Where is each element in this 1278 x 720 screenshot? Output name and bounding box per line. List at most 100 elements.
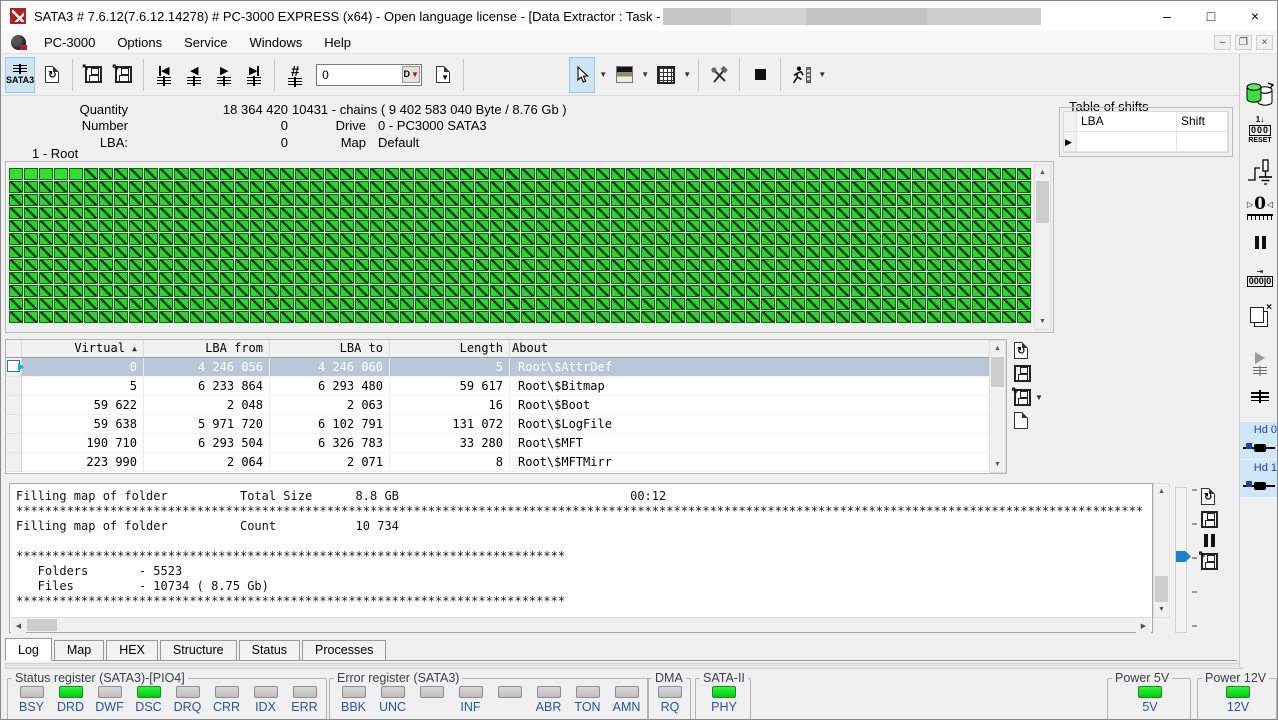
map-cell[interactable] bbox=[84, 246, 99, 258]
map-cell[interactable] bbox=[144, 246, 159, 258]
map-cell[interactable] bbox=[926, 181, 941, 193]
map-cell[interactable] bbox=[430, 233, 445, 245]
map-cell[interactable] bbox=[84, 194, 99, 206]
menu-item-help[interactable]: Help bbox=[313, 32, 362, 53]
map-cell[interactable] bbox=[355, 233, 370, 245]
map-cell[interactable] bbox=[941, 181, 956, 193]
map-cell[interactable] bbox=[355, 168, 370, 180]
map-cell[interactable] bbox=[926, 220, 941, 232]
map-cell[interactable] bbox=[986, 207, 1001, 219]
map-cell[interactable] bbox=[445, 285, 460, 297]
map-cell[interactable] bbox=[490, 233, 505, 245]
map-cell[interactable] bbox=[174, 246, 189, 258]
map-cell[interactable] bbox=[926, 298, 941, 310]
map-cell[interactable] bbox=[550, 220, 565, 232]
map-cell[interactable] bbox=[159, 233, 174, 245]
map-cell[interactable] bbox=[881, 259, 896, 271]
map-cell[interactable] bbox=[9, 272, 24, 284]
map-cell[interactable] bbox=[550, 285, 565, 297]
map-cell[interactable] bbox=[731, 207, 746, 219]
map-cell[interactable] bbox=[535, 285, 550, 297]
map-cell[interactable] bbox=[625, 246, 640, 258]
map-cell[interactable] bbox=[54, 233, 69, 245]
save-copy-button[interactable]: ⇖ bbox=[110, 57, 136, 93]
map-cell[interactable] bbox=[294, 285, 309, 297]
map-cell[interactable] bbox=[1016, 233, 1031, 245]
map-cell[interactable] bbox=[174, 233, 189, 245]
map-cell[interactable] bbox=[941, 298, 956, 310]
map-cell[interactable] bbox=[956, 259, 971, 271]
map-cell[interactable] bbox=[324, 272, 339, 284]
map-cell[interactable] bbox=[535, 168, 550, 180]
map-cell[interactable] bbox=[505, 272, 520, 284]
map-cell[interactable] bbox=[505, 233, 520, 245]
map-cell[interactable] bbox=[731, 311, 746, 323]
map-cell[interactable] bbox=[866, 233, 881, 245]
map-cell[interactable] bbox=[595, 285, 610, 297]
map-cell[interactable] bbox=[520, 168, 535, 180]
map-cell[interactable] bbox=[294, 220, 309, 232]
map-cell[interactable] bbox=[866, 246, 881, 258]
map-cell[interactable] bbox=[986, 298, 1001, 310]
map-cell[interactable] bbox=[701, 298, 716, 310]
map-cell[interactable] bbox=[249, 285, 264, 297]
map-cell[interactable] bbox=[279, 194, 294, 206]
map-cell[interactable] bbox=[881, 233, 896, 245]
map-cell[interactable] bbox=[535, 220, 550, 232]
map-cell[interactable] bbox=[971, 259, 986, 271]
map-cell[interactable] bbox=[430, 311, 445, 323]
map-cell[interactable] bbox=[806, 272, 821, 284]
map-cell[interactable] bbox=[866, 168, 881, 180]
map-cell[interactable] bbox=[370, 207, 385, 219]
map-cell[interactable] bbox=[565, 233, 580, 245]
map-cell[interactable] bbox=[460, 246, 475, 258]
map-cell[interactable] bbox=[84, 168, 99, 180]
map-cell[interactable] bbox=[294, 259, 309, 271]
map-cell[interactable] bbox=[54, 298, 69, 310]
map-cell[interactable] bbox=[535, 311, 550, 323]
map-cell[interactable] bbox=[339, 207, 354, 219]
map-cell[interactable] bbox=[114, 311, 129, 323]
map-cell[interactable] bbox=[309, 220, 324, 232]
map-cell[interactable] bbox=[791, 246, 806, 258]
map-cell[interactable] bbox=[776, 181, 791, 193]
map-cell[interactable] bbox=[911, 259, 926, 271]
map-cell[interactable] bbox=[746, 181, 761, 193]
map-cell[interactable] bbox=[731, 168, 746, 180]
map-cell[interactable] bbox=[54, 181, 69, 193]
map-cell[interactable] bbox=[535, 181, 550, 193]
map-cell[interactable] bbox=[836, 220, 851, 232]
map-cell[interactable] bbox=[610, 298, 625, 310]
map-cell[interactable] bbox=[1016, 246, 1031, 258]
map-cell[interactable] bbox=[1001, 181, 1016, 193]
map-cell[interactable] bbox=[415, 233, 430, 245]
map-cell[interactable] bbox=[309, 259, 324, 271]
map-cell[interactable] bbox=[911, 311, 926, 323]
map-cell[interactable] bbox=[941, 285, 956, 297]
map-cell[interactable] bbox=[264, 246, 279, 258]
map-cell[interactable] bbox=[941, 311, 956, 323]
map-cell[interactable] bbox=[54, 259, 69, 271]
map-cell[interactable] bbox=[69, 181, 84, 193]
map-cell[interactable] bbox=[565, 285, 580, 297]
map-cell[interactable] bbox=[685, 311, 701, 323]
map-cell[interactable] bbox=[9, 285, 24, 297]
map-cell[interactable] bbox=[836, 298, 851, 310]
map-cell[interactable] bbox=[746, 272, 761, 284]
map-cell[interactable] bbox=[400, 298, 415, 310]
map-cell[interactable] bbox=[821, 259, 836, 271]
map-cell[interactable] bbox=[640, 207, 655, 219]
map-cell[interactable] bbox=[445, 298, 460, 310]
map-cell[interactable] bbox=[776, 168, 791, 180]
map-cell[interactable] bbox=[370, 272, 385, 284]
map-cell[interactable] bbox=[370, 285, 385, 297]
map-cell[interactable] bbox=[956, 207, 971, 219]
map-cell[interactable] bbox=[911, 246, 926, 258]
menu-item-windows[interactable]: Windows bbox=[238, 32, 313, 53]
map-cell[interactable] bbox=[54, 194, 69, 206]
map-cell[interactable] bbox=[355, 311, 370, 323]
map-cell[interactable] bbox=[1016, 259, 1031, 271]
map-cell[interactable] bbox=[174, 259, 189, 271]
reset-counter-button[interactable]: 1↓ 000 RESET bbox=[1240, 116, 1277, 145]
map-cell[interactable] bbox=[821, 298, 836, 310]
